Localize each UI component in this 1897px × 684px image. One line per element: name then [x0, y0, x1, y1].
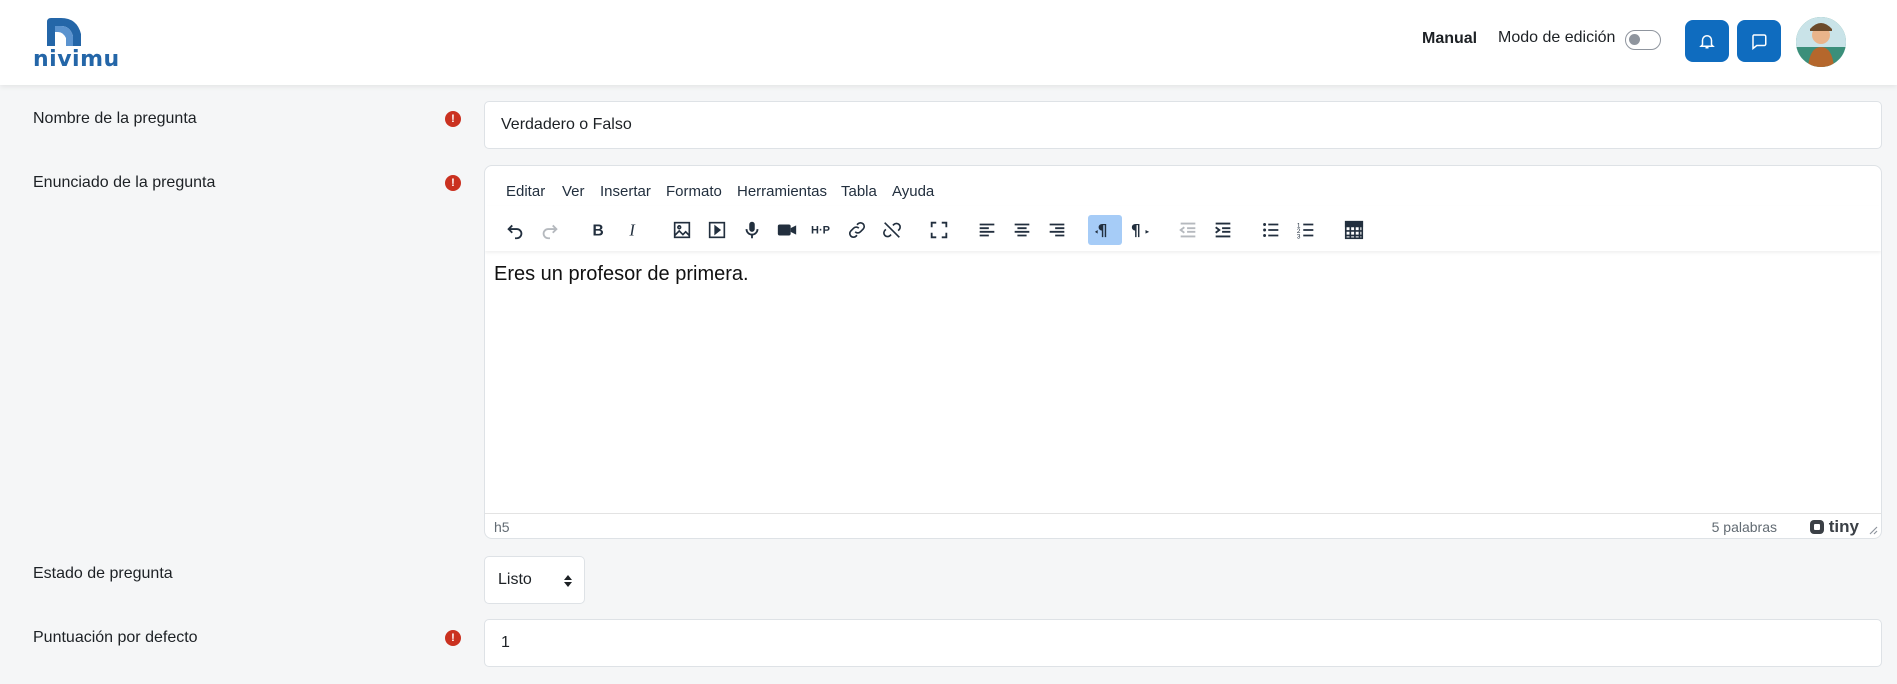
menu-tabla[interactable]: Tabla — [841, 183, 877, 200]
required-icon: ! — [445, 175, 461, 191]
media-button[interactable] — [700, 215, 734, 245]
menu-insertar[interactable]: Insertar — [600, 183, 651, 200]
fullscreen-button[interactable] — [922, 215, 956, 245]
menu-editar[interactable]: Editar — [506, 183, 545, 200]
bold-button[interactable]: B — [581, 215, 615, 245]
svg-text:B: B — [593, 223, 604, 240]
avatar-image-icon — [1796, 17, 1846, 67]
chat-bubble-icon — [1752, 34, 1767, 50]
default-score-input[interactable]: 1 — [484, 619, 1882, 667]
element-path[interactable]: h5 — [494, 519, 510, 535]
undo-button[interactable] — [498, 215, 532, 245]
menu-ayuda[interactable]: Ayuda — [892, 183, 934, 200]
menu-herramientas[interactable]: Herramientas — [737, 183, 827, 200]
indent-button[interactable] — [1206, 215, 1240, 245]
question-state-label: Estado de pregunta — [33, 565, 173, 582]
rtl-button[interactable]: ¶ — [1123, 215, 1157, 245]
undo-icon — [507, 224, 523, 240]
editor-statusbar: h5 5 palabras tiny — [485, 513, 1881, 538]
unlink-button[interactable] — [875, 215, 909, 245]
video-camera-icon — [777, 224, 797, 236]
tiny-logo-icon — [1809, 520, 1824, 534]
svg-text:3: 3 — [1297, 233, 1301, 240]
ltr-icon: ¶ — [1094, 222, 1108, 240]
svg-text:¶: ¶ — [1098, 222, 1108, 240]
italic-icon: I — [628, 221, 636, 240]
align-center-button[interactable] — [1005, 215, 1039, 245]
question-name-input[interactable]: Verdadero o Falso — [484, 101, 1882, 149]
indent-icon — [1215, 222, 1231, 238]
menu-formato[interactable]: Formato — [666, 183, 722, 200]
link-button[interactable] — [840, 215, 874, 245]
h5p-button[interactable]: H·P — [805, 215, 839, 245]
bullet-list-icon — [1263, 223, 1279, 237]
required-icon: ! — [445, 111, 461, 127]
align-center-icon — [1014, 223, 1030, 237]
align-right-icon — [1049, 223, 1065, 237]
microphone-icon — [745, 221, 759, 239]
bullet-list-button[interactable] — [1254, 215, 1288, 245]
edit-mode-label: Modo de edición — [1498, 29, 1616, 46]
table-button[interactable] — [1337, 215, 1371, 245]
align-left-icon — [979, 223, 995, 237]
fullscreen-icon — [930, 221, 948, 239]
required-icon: ! — [445, 630, 461, 646]
menu-ver[interactable]: Ver — [562, 183, 585, 200]
svg-text:¶: ¶ — [1131, 222, 1141, 240]
question-name-label: Nombre de la pregunta — [33, 110, 197, 127]
numbered-list-button[interactable]: 123 — [1289, 215, 1323, 245]
svg-text:I: I — [628, 221, 636, 240]
italic-button[interactable]: I — [616, 215, 650, 245]
notifications-button[interactable] — [1685, 20, 1729, 62]
top-navbar: nivimu Manual Modo de edición — [0, 0, 1897, 85]
select-arrows-icon — [564, 575, 572, 587]
h5p-icon: H·P — [811, 225, 830, 237]
edit-mode-toggle[interactable] — [1625, 30, 1661, 50]
record-audio-button[interactable] — [735, 215, 769, 245]
resize-handle-icon[interactable] — [1868, 525, 1878, 535]
redo-button[interactable] — [533, 215, 567, 245]
outdent-icon — [1179, 222, 1196, 238]
align-right-button[interactable] — [1040, 215, 1074, 245]
rtl-icon: ¶ — [1131, 222, 1150, 240]
manual-link[interactable]: Manual — [1422, 30, 1477, 48]
tiny-branding[interactable]: tiny — [1809, 517, 1859, 537]
site-logo[interactable]: nivimu — [33, 16, 119, 72]
ltr-button[interactable]: ¶ — [1088, 215, 1122, 245]
question-state-value: Listo — [498, 571, 532, 588]
logo-text: nivimu — [33, 47, 120, 72]
numbered-list-icon: 123 — [1297, 222, 1314, 240]
tiny-brand-text: tiny — [1828, 517, 1859, 536]
default-score-label: Puntuación por defecto — [33, 629, 198, 646]
image-button[interactable] — [665, 215, 699, 245]
rich-text-editor: Editar Ver Insertar Formato Herramientas… — [484, 165, 1882, 539]
record-video-button[interactable] — [770, 215, 804, 245]
editor-content[interactable]: Eres un profesor de primera. — [494, 263, 749, 286]
svg-text:H·P: H·P — [811, 225, 830, 237]
bell-icon — [1699, 35, 1715, 49]
bold-icon: B — [593, 223, 604, 240]
messages-button[interactable] — [1737, 20, 1781, 62]
outdent-button[interactable] — [1171, 215, 1205, 245]
table-icon — [1344, 220, 1364, 240]
editor-menubar: Editar Ver Insertar Formato Herramientas… — [485, 166, 1881, 206]
user-avatar[interactable] — [1796, 17, 1846, 67]
link-icon — [848, 221, 866, 239]
question-state-select[interactable]: Listo — [484, 556, 585, 604]
image-icon — [673, 221, 691, 239]
word-count[interactable]: 5 palabras — [1712, 519, 1777, 535]
align-left-button[interactable] — [970, 215, 1004, 245]
redo-icon — [542, 224, 558, 240]
media-icon — [708, 221, 726, 239]
unlink-icon — [883, 222, 901, 238]
question-statement-label: Enunciado de la pregunta — [33, 174, 216, 191]
